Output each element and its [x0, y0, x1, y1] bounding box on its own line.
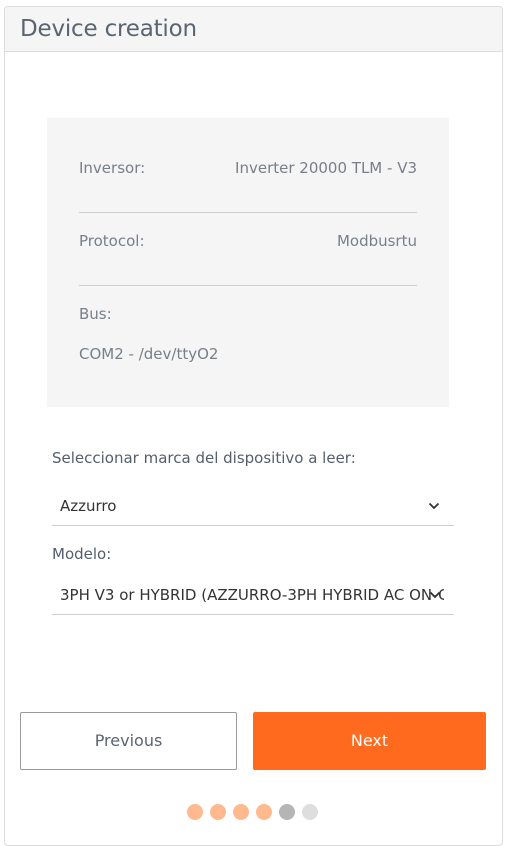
divider: [79, 212, 417, 213]
brand-label: Seleccionar marca del dispositivo a leer…: [52, 449, 356, 467]
step-dot: [210, 804, 226, 820]
model-label: Modelo:: [52, 545, 112, 563]
step-dot: [302, 804, 318, 820]
protocol-row: Protocol: Modbusrtu: [79, 232, 417, 250]
step-dot: [187, 804, 203, 820]
panel-header: Device creation: [5, 7, 502, 52]
bus-row: Bus:: [79, 305, 417, 323]
bus-value: COM2 - /dev/ttyO2: [79, 345, 219, 363]
model-select-value: 3PH V3 or HYBRID (AZZURRO-3PH HYBRID AC …: [60, 586, 444, 604]
page-title: Device creation: [20, 16, 197, 42]
bus-label: Bus:: [79, 305, 112, 323]
step-dot: [279, 804, 295, 820]
step-dot: [256, 804, 272, 820]
step-dot: [233, 804, 249, 820]
brand-select[interactable]: Azzurro: [52, 490, 454, 526]
device-summary-card: Inversor: Inverter 20000 TLM - V3 Protoc…: [47, 118, 449, 407]
protocol-label: Protocol:: [79, 232, 145, 250]
next-button[interactable]: Next: [253, 712, 486, 770]
bus-value-row: COM2 - /dev/ttyO2: [79, 345, 417, 363]
previous-button[interactable]: Previous: [20, 712, 237, 770]
protocol-value: Modbusrtu: [336, 232, 417, 250]
inverter-label: Inversor:: [79, 159, 146, 177]
inverter-row: Inversor: Inverter 20000 TLM - V3: [79, 159, 417, 177]
divider: [79, 285, 417, 286]
chevron-down-icon: [429, 591, 441, 599]
model-select[interactable]: 3PH V3 or HYBRID (AZZURRO-3PH HYBRID AC …: [52, 579, 454, 615]
inverter-value: Inverter 20000 TLM - V3: [235, 159, 417, 177]
brand-select-value: Azzurro: [60, 497, 117, 515]
chevron-down-icon: [428, 502, 440, 510]
